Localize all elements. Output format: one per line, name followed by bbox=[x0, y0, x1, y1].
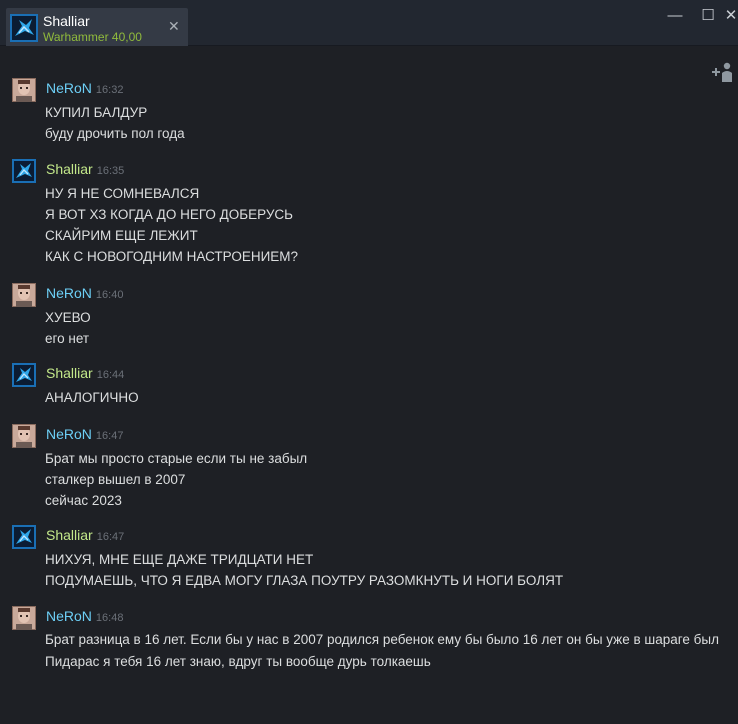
shalliar-avatar[interactable] bbox=[12, 363, 36, 387]
tab-game-status: Warhammer 40,00 bbox=[43, 30, 142, 44]
message-line: КАК С НОВОГОДНИМ НАСТРОЕНИЕМ? bbox=[45, 249, 299, 264]
message-header: NeRoN 16:40 bbox=[46, 285, 123, 303]
message-line: сталкер вышел в 2007 bbox=[45, 472, 186, 487]
message-header: Shalliar 16:47 bbox=[46, 527, 124, 545]
message-line: буду дрочить пол года bbox=[45, 126, 185, 141]
message-timestamp: 16:47 bbox=[95, 430, 124, 442]
message-line: Пидарас я тебя 16 лет знаю, вдруг ты воо… bbox=[45, 654, 431, 669]
neron-avatar[interactable] bbox=[12, 78, 36, 102]
message-body: НИХУЯ, МНЕ ЕЩЕ ДАЖЕ ТРИДЦАТИ НЕТ ПОДУМАЕШ… bbox=[45, 549, 735, 591]
message-line: Брат мы просто старые если ты не забыл bbox=[45, 451, 308, 466]
title-bar: Shalliar Warhammer 40,00 ✕ — ☐ ✕ bbox=[0, 0, 738, 46]
message-header: NeRoN 16:32 bbox=[46, 80, 123, 98]
message-body: КУПИЛ БАЛДУР буду дрочить пол года bbox=[45, 102, 735, 144]
shalliar-avatar[interactable] bbox=[12, 525, 36, 549]
message-body: НУ Я НЕ СОМНЕВАЛСЯ Я ВОТ ХЗ КОГДА ДО НЕГО… bbox=[45, 183, 735, 267]
message-timestamp: 16:48 bbox=[95, 612, 124, 624]
message-line: НИХУЯ, МНЕ ЕЩЕ ДАЖЕ ТРИДЦАТИ НЕТ bbox=[45, 552, 314, 567]
close-window-button[interactable]: ✕ bbox=[724, 6, 738, 26]
message-line: его нет bbox=[45, 331, 90, 346]
message-author[interactable]: NeRoN bbox=[46, 608, 92, 624]
message-timestamp: 16:44 bbox=[96, 369, 125, 381]
message-line: ХУЕВО bbox=[45, 310, 91, 325]
message-line: АНАЛОГИЧНО bbox=[45, 390, 139, 405]
message-line: КУПИЛ БАЛДУР bbox=[45, 105, 148, 120]
message-author[interactable]: Shalliar bbox=[46, 365, 93, 381]
chat-history[interactable]: NeRoN 16:32 КУПИЛ БАЛДУР буду дрочить пол г… bbox=[0, 47, 738, 724]
maximize-button[interactable]: ☐ bbox=[696, 6, 720, 26]
tab-friend-name: Shalliar bbox=[43, 13, 90, 29]
message-author[interactable]: NeRoN bbox=[46, 80, 92, 96]
message-timestamp: 16:35 bbox=[96, 165, 125, 177]
message-header: NeRoN 16:47 bbox=[46, 426, 123, 444]
message-timestamp: 16:32 bbox=[95, 84, 124, 96]
neron-avatar[interactable] bbox=[12, 283, 36, 307]
message-line: НУ Я НЕ СОМНЕВАЛСЯ bbox=[45, 186, 200, 201]
message-line: Я ВОТ ХЗ КОГДА ДО НЕГО ДОБЕРУСЬ bbox=[45, 207, 294, 222]
message-timestamp: 16:47 bbox=[96, 531, 125, 543]
message-author[interactable]: Shalliar bbox=[46, 527, 93, 543]
message-author[interactable]: Shalliar bbox=[46, 161, 93, 177]
message-body: Брат разница в 16 лет. Если бы у нас в 2… bbox=[45, 630, 735, 672]
message-line: ПОДУМАЕШЬ, ЧТО Я ЕДВА МОГУ ГЛАЗА ПОУТРУ … bbox=[45, 573, 564, 588]
chat-tab-shalliar[interactable]: Shalliar Warhammer 40,00 ✕ bbox=[6, 8, 188, 46]
shalliar-avatar[interactable] bbox=[12, 159, 36, 183]
add-friend-icon[interactable] bbox=[710, 61, 736, 83]
tab-close-icon[interactable]: ✕ bbox=[168, 18, 182, 34]
message-header: NeRoN 16:48 bbox=[46, 608, 123, 626]
message-body: АНАЛОГИЧНО bbox=[45, 387, 735, 408]
message-body: ХУЕВО его нет bbox=[45, 307, 735, 349]
message-line: Брат разница в 16 лет. Если бы у нас в 2… bbox=[45, 632, 719, 647]
neron-avatar[interactable] bbox=[12, 424, 36, 448]
message-author[interactable]: NeRoN bbox=[46, 285, 92, 301]
message-body: Брат мы просто старые если ты не забыл ст… bbox=[45, 448, 735, 511]
neron-avatar[interactable] bbox=[12, 606, 36, 630]
message-header: Shalliar 16:35 bbox=[46, 161, 124, 179]
message-timestamp: 16:40 bbox=[95, 289, 124, 301]
minimize-button[interactable]: — bbox=[663, 6, 687, 26]
message-author[interactable]: NeRoN bbox=[46, 426, 92, 442]
message-line: СКАЙРИМ ЕЩЕ ЛЕЖИТ bbox=[45, 228, 198, 243]
shalliar-avatar bbox=[10, 14, 38, 42]
message-header: Shalliar 16:44 bbox=[46, 365, 124, 383]
message-line: сейчас 2023 bbox=[45, 493, 122, 508]
